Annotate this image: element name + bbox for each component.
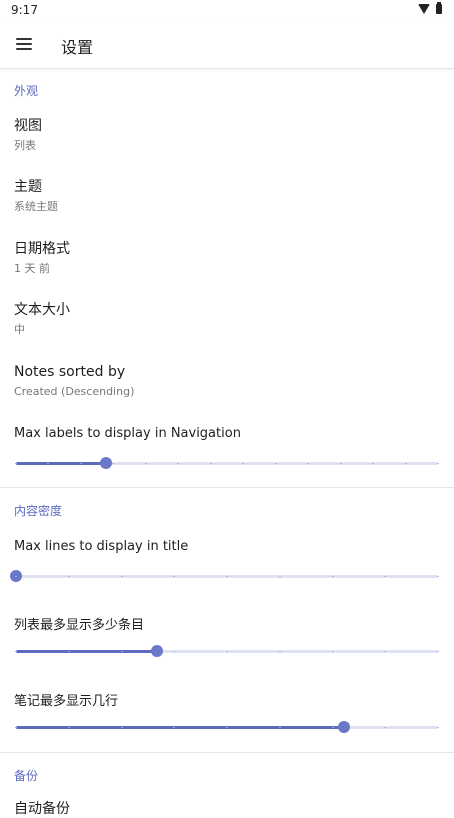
setting-theme-value: 系统主题 xyxy=(14,200,58,213)
section-header-appearance: 外观 xyxy=(14,84,39,98)
slider-note-lines[interactable] xyxy=(15,718,439,736)
slider-tick xyxy=(226,727,228,728)
slider-tick xyxy=(177,463,180,464)
slider-tick xyxy=(79,463,82,464)
slider-tick xyxy=(384,727,387,728)
slider-label-title-lines: Max lines to display in title xyxy=(14,539,189,554)
page-title: 设置 xyxy=(61,38,94,57)
setting-date-format-value: 1 天 前 xyxy=(14,262,50,275)
slider-tick xyxy=(15,727,17,728)
slider-tick xyxy=(331,576,334,577)
setting-notes-sorted-title: Notes sorted by xyxy=(14,364,126,380)
slider-tick xyxy=(173,576,176,577)
slider-tick xyxy=(120,651,123,652)
setting-date-format-title: 日期格式 xyxy=(14,241,70,257)
setting-text-size-value: 中 xyxy=(14,323,25,336)
slider-tick xyxy=(226,576,228,577)
status-icons xyxy=(418,2,442,14)
divider xyxy=(0,487,454,488)
divider xyxy=(0,752,454,753)
section-header-density: 内容密度 xyxy=(14,504,63,518)
slider-tick xyxy=(339,463,342,464)
slider-tick xyxy=(384,576,387,577)
setting-text-size[interactable]: 文本大小 中 xyxy=(14,301,440,337)
status-bar: 9:17 xyxy=(0,0,454,20)
section-header-backup: 备份 xyxy=(14,769,39,783)
slider-tick xyxy=(173,651,176,652)
slider-label-note-lines: 笔记最多显示几行 xyxy=(14,694,119,709)
setting-notes-sorted[interactable]: Notes sorted by Created (Descending) xyxy=(14,363,440,399)
status-time: 9:17 xyxy=(11,3,38,17)
setting-theme-title: 主题 xyxy=(14,179,42,195)
slider-tick xyxy=(278,651,281,652)
slider-tick xyxy=(173,727,176,728)
setting-text-size-title: 文本大小 xyxy=(14,302,70,318)
slider-active-track xyxy=(16,650,157,653)
slider-active-track xyxy=(16,462,106,465)
slider-tick xyxy=(120,576,123,577)
slider-tick xyxy=(331,651,334,652)
slider-nav-labels[interactable] xyxy=(15,454,439,472)
slider-tick xyxy=(307,463,310,464)
menu-icon[interactable] xyxy=(10,30,38,58)
app-bar: 设置 xyxy=(0,20,454,69)
slider-tick xyxy=(226,651,228,652)
slider-thumb[interactable] xyxy=(338,721,351,733)
slider-tick xyxy=(404,463,407,464)
slider-active-track xyxy=(16,726,345,729)
setting-view[interactable]: 视图 列表 xyxy=(14,117,440,153)
slider-tick xyxy=(15,463,17,464)
setting-view-title: 视图 xyxy=(14,118,42,134)
slider-thumb[interactable] xyxy=(150,645,163,657)
slider-label-nav-labels: Max labels to display in Navigation xyxy=(14,426,241,441)
slider-list-items[interactable] xyxy=(15,642,439,660)
slider-tick xyxy=(67,576,70,577)
slider-tick xyxy=(47,463,50,464)
slider-thumb[interactable] xyxy=(99,457,112,469)
slider-tick xyxy=(278,727,281,728)
slider-tick xyxy=(209,463,212,464)
slider-tick xyxy=(242,463,245,464)
setting-auto-backup-title: 自动备份 xyxy=(14,801,70,817)
setting-auto-backup[interactable]: 自动备份 xyxy=(14,800,440,818)
slider-tick xyxy=(67,727,70,728)
slider-tick xyxy=(144,463,147,464)
slider-tick xyxy=(384,651,387,652)
battery-icon xyxy=(436,2,442,14)
slider-tick xyxy=(437,727,439,728)
setting-view-value: 列表 xyxy=(14,139,36,152)
setting-theme[interactable]: 主题 系统主题 xyxy=(14,178,440,214)
slider-tick xyxy=(15,651,17,652)
slider-tick xyxy=(120,727,123,728)
slider-tick xyxy=(372,463,375,464)
slider-tick xyxy=(274,463,277,464)
slider-tick xyxy=(437,576,439,577)
slider-tick xyxy=(67,651,70,652)
slider-tick xyxy=(437,651,439,652)
slider-tick xyxy=(437,463,439,464)
slider-label-list-items: 列表最多显示多少条目 xyxy=(14,618,145,633)
slider-tick xyxy=(331,727,334,728)
setting-date-format[interactable]: 日期格式 1 天 前 xyxy=(14,240,440,276)
slider-title-lines[interactable] xyxy=(10,567,439,585)
slider-tick xyxy=(112,463,115,464)
wifi-icon xyxy=(418,4,430,14)
setting-notes-sorted-value: Created (Descending) xyxy=(14,385,135,398)
slider-tick xyxy=(278,576,281,577)
slider-tick xyxy=(15,576,17,577)
